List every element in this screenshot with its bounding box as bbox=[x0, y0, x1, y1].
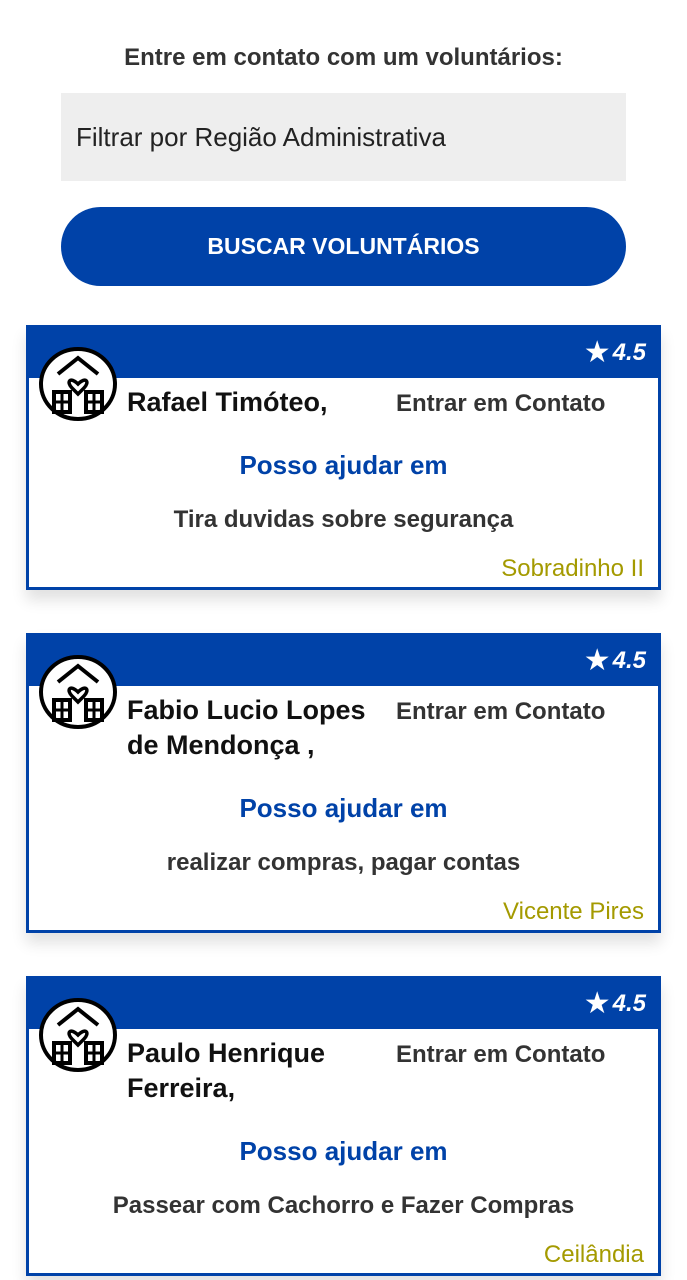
volunteer-card: ★ 4.5 Fabio Lucio Lopes de Mendonça , En… bbox=[26, 633, 661, 933]
rating-badge: ★ 4.5 bbox=[584, 989, 646, 1019]
rating-badge: ★ 4.5 bbox=[584, 338, 646, 368]
star-icon: ★ bbox=[583, 987, 611, 1020]
region-label: Ceilândia bbox=[543, 1241, 644, 1268]
region-label: Sobradinho II bbox=[501, 555, 644, 582]
rating-value: 4.5 bbox=[612, 647, 646, 674]
volunteer-house-heart-icon bbox=[39, 655, 117, 729]
page-title: Entre em contato com um voluntários: bbox=[124, 44, 563, 71]
card-header-bar: ★ 4.5 bbox=[29, 328, 658, 378]
rating-value: 4.5 bbox=[612, 990, 646, 1017]
contact-volunteer-link[interactable]: Entrar em Contato bbox=[396, 1041, 605, 1069]
help-description: Tira duvidas sobre segurança bbox=[173, 506, 514, 533]
help-description: Passear com Cachorro e Fazer Compras bbox=[112, 1192, 575, 1219]
rating-value: 4.5 bbox=[612, 339, 646, 366]
help-title: Posso ajudar em bbox=[239, 793, 448, 823]
star-icon: ★ bbox=[583, 644, 611, 677]
card-header-bar: ★ 4.5 bbox=[29, 636, 658, 686]
volunteer-house-heart-icon bbox=[39, 347, 117, 421]
search-volunteers-button[interactable]: BUSCAR VOLUNTÁRIOS bbox=[61, 207, 626, 286]
contact-volunteer-link[interactable]: Entrar em Contato bbox=[396, 390, 605, 418]
help-title: Posso ajudar em bbox=[239, 1136, 448, 1166]
help-description: realizar compras, pagar contas bbox=[166, 849, 521, 876]
volunteer-card: ★ 4.5 Paulo Henrique Ferreira, Entrar em… bbox=[26, 976, 661, 1276]
volunteer-name: Paulo Henrique Ferreira, bbox=[127, 1038, 326, 1103]
volunteer-card: ★ 4.5 Rafael Timóteo, Entrar em Contato … bbox=[26, 325, 661, 590]
region-label: Vicente Pires bbox=[503, 898, 644, 925]
card-header-bar: ★ 4.5 bbox=[29, 979, 658, 1029]
help-title: Posso ajudar em bbox=[239, 450, 448, 480]
volunteer-name: Rafael Timóteo, bbox=[127, 387, 328, 417]
rating-badge: ★ 4.5 bbox=[584, 646, 646, 676]
region-filter-select[interactable]: Filtrar por Região Administrativa bbox=[61, 93, 626, 181]
star-icon: ★ bbox=[583, 336, 611, 369]
volunteer-house-heart-icon bbox=[39, 998, 117, 1072]
contact-volunteer-link[interactable]: Entrar em Contato bbox=[396, 698, 605, 726]
volunteer-name: Fabio Lucio Lopes de Mendonça , bbox=[127, 695, 366, 760]
